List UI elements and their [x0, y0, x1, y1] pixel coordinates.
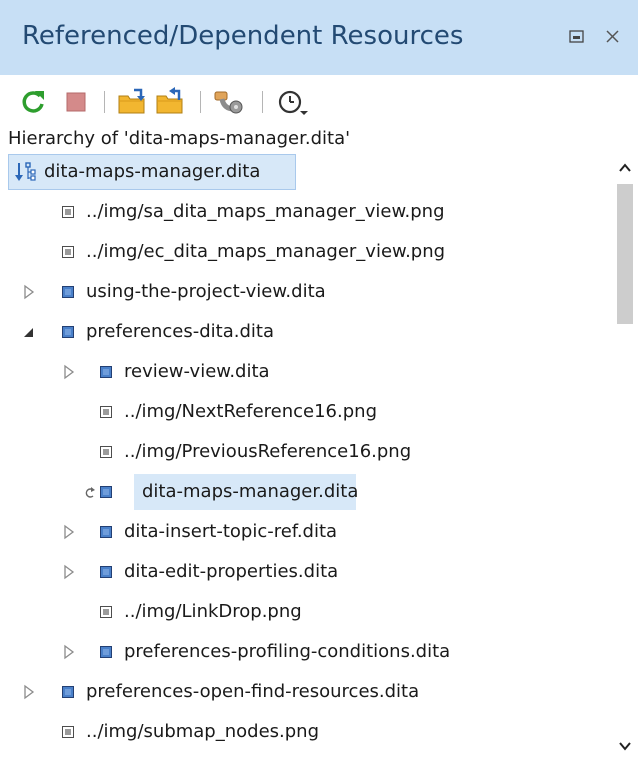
close-icon[interactable] [602, 26, 624, 48]
toolbar-separator [262, 91, 263, 113]
tree-row[interactable]: ../img/ec_dita_maps_manager_view.png [0, 232, 612, 272]
recursive-reference-icon [84, 485, 96, 499]
expand-arrow-icon[interactable] [62, 552, 80, 592]
tree-row[interactable]: ../img/LinkDrop.png [0, 592, 612, 632]
tree-row-label: preferences-dita.dita [86, 321, 274, 342]
folder-dependencies-icon [156, 87, 183, 114]
tree-row-label: review-view.dita [124, 361, 270, 382]
expand-arrow-icon[interactable] [22, 672, 40, 712]
expand-arrow-icon[interactable] [62, 632, 80, 672]
tree-row-label: ../img/LinkDrop.png [124, 601, 302, 622]
folder-references-icon [118, 88, 145, 114]
dita-map-icon [100, 526, 112, 538]
tree-row-label: preferences-profiling-conditions.dita [124, 641, 451, 662]
dita-map-icon [100, 566, 112, 578]
tree-row[interactable]: preferences-profiling-conditions.dita [0, 632, 612, 672]
tree-row-label: dita-edit-properties.dita [124, 561, 339, 582]
resource-file-icon [100, 446, 112, 458]
tree-row[interactable]: ../img/sa_dita_maps_manager_view.png [0, 192, 612, 232]
tree-row-label: ../img/ec_dita_maps_manager_view.png [86, 241, 446, 262]
tree-row[interactable]: review-view.dita [0, 352, 612, 392]
vertical-scrollbar[interactable] [612, 152, 638, 762]
tree-row-root[interactable]: dita-maps-manager.dita [0, 152, 612, 192]
pipe-configure-icon [214, 91, 243, 114]
refresh-button[interactable] [18, 87, 48, 117]
hierarchy-label: Hierarchy of 'dita-maps-manager.dita' [8, 128, 351, 149]
panel-title-bar: Referenced/Dependent Resources [0, 0, 638, 75]
scroll-up-arrow-icon[interactable] [617, 160, 633, 176]
tree-row[interactable]: dita-insert-topic-ref.dita [0, 512, 612, 552]
dita-map-icon [100, 646, 112, 658]
toolbar-separator [200, 91, 201, 113]
dita-map-icon [100, 486, 112, 498]
resource-file-icon [62, 206, 74, 218]
tree-row[interactable]: ../img/submap_nodes.png [0, 712, 612, 752]
tree-row[interactable]: dita-edit-properties.dita [0, 552, 612, 592]
collapse-arrow-icon[interactable] [22, 312, 40, 352]
tree-row-label: ../img/sa_dita_maps_manager_view.png [86, 201, 445, 222]
tree-row-recursive[interactable]: dita-maps-manager.dita [0, 472, 612, 512]
tree-row-label: ../img/PreviousReference16.png [124, 441, 412, 462]
expand-arrow-icon[interactable] [62, 352, 80, 392]
expand-arrow-icon[interactable] [62, 512, 80, 552]
hierarchy-icon [14, 161, 36, 183]
refresh-icon [22, 91, 44, 113]
dita-map-icon [62, 286, 74, 298]
tree-row-label: ../img/submap_nodes.png [86, 721, 320, 742]
resource-tree[interactable]: dita-maps-manager.dita ../img/sa_dita_ma… [0, 152, 612, 762]
stop-icon [66, 92, 86, 112]
tree-row[interactable]: preferences-open-find-resources.dita [0, 672, 612, 712]
dita-map-icon [62, 686, 74, 698]
show-dependencies-button[interactable] [154, 87, 184, 117]
toolbar-separator [104, 91, 105, 113]
scroll-down-arrow-icon[interactable] [617, 738, 633, 754]
dita-map-icon [62, 326, 74, 338]
tree-row[interactable]: ../img/PreviousReference16.png [0, 432, 612, 472]
show-references-button[interactable] [116, 87, 146, 117]
resource-file-icon [100, 606, 112, 618]
tree-row[interactable]: ../img/NextReference16.png [0, 392, 612, 432]
tree-row-label: ../img/NextReference16.png [124, 401, 377, 422]
tree-row-label: using-the-project-view.dita [86, 281, 326, 302]
tree-row-label: preferences-open-find-resources.dita [86, 681, 420, 702]
resource-file-icon [100, 406, 112, 418]
configure-button[interactable] [212, 87, 243, 117]
tree-row[interactable]: using-the-project-view.dita [0, 272, 612, 312]
panel-title: Referenced/Dependent Resources [22, 21, 464, 51]
expand-arrow-icon[interactable] [22, 272, 40, 312]
tree-row[interactable]: preferences-dita.dita [0, 312, 612, 352]
toolbar [0, 75, 638, 125]
resource-file-icon [62, 246, 74, 258]
tree-row-label: dita-maps-manager.dita [142, 481, 359, 502]
stop-button[interactable] [62, 87, 92, 117]
resource-file-icon [62, 726, 74, 738]
history-clock-icon [278, 90, 308, 115]
tree-row-label: dita-insert-topic-ref.dita [124, 521, 338, 542]
dita-map-icon [100, 366, 112, 378]
scrollbar-thumb[interactable] [617, 184, 633, 324]
history-button[interactable] [276, 87, 308, 117]
tree-row-label: dita-maps-manager.dita [44, 161, 261, 182]
minimize-icon[interactable] [566, 26, 588, 48]
